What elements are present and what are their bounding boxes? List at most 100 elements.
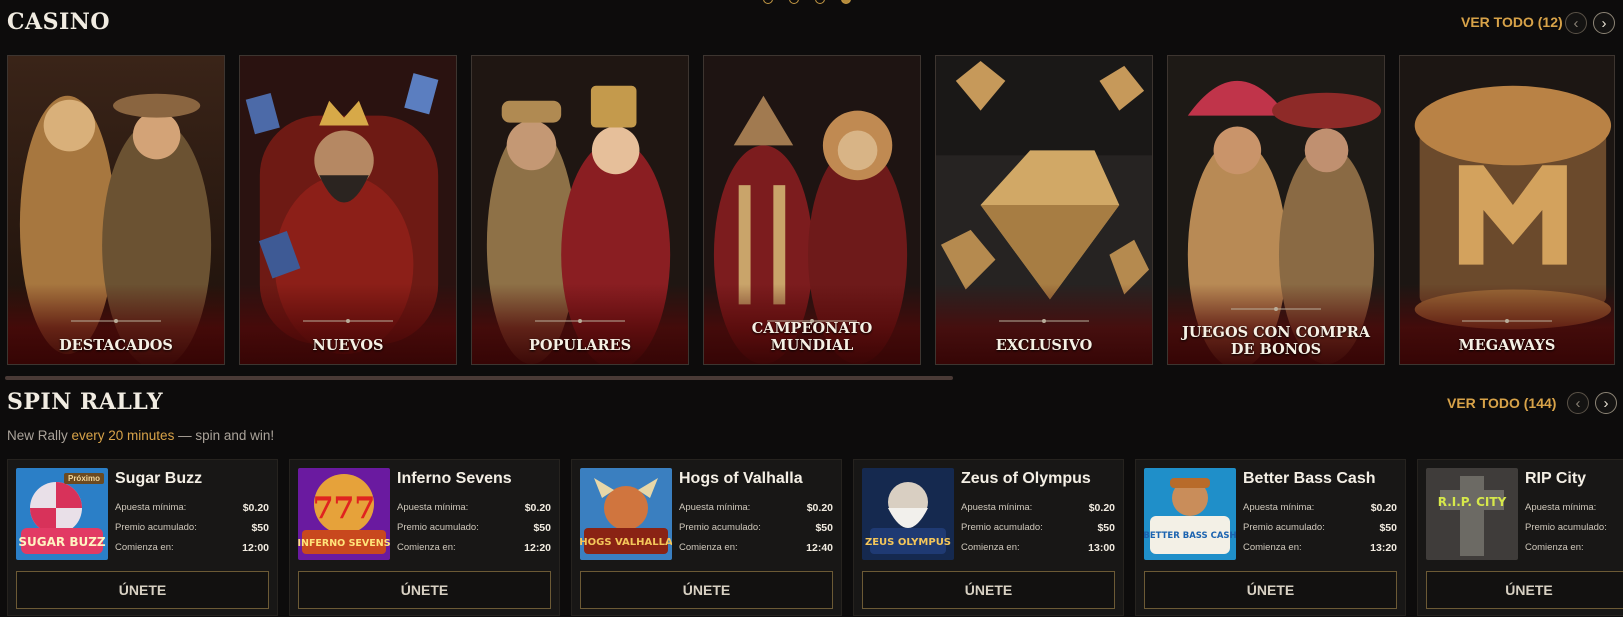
prize-value: $50: [1379, 522, 1397, 534]
min-bet-value: $0.20: [242, 502, 269, 514]
min-bet-row: Apuesta mínima: $0.20: [961, 502, 1115, 514]
carousel-scrollbar[interactable]: [5, 376, 953, 380]
pager-dot[interactable]: [815, 0, 825, 4]
min-bet-row: Apuesta mínima: $0.20: [679, 502, 833, 514]
join-button[interactable]: ÚNETE: [580, 571, 833, 609]
start-label: Comienza en:: [397, 542, 456, 553]
min-bet-label: Apuesta mínima:: [115, 502, 187, 513]
game-thumbnail[interactable]: ZEUS OLYMPUS: [862, 468, 954, 560]
category-tile-campeonato-mundial[interactable]: CAMPEONATO MUNDIAL: [703, 55, 921, 365]
tile-label: NUEVOS: [312, 337, 384, 354]
prize-value: $50: [1097, 522, 1115, 534]
start-value: 13:00: [1088, 542, 1115, 554]
prize-value: $50: [251, 522, 269, 534]
join-button[interactable]: ÚNETE: [1144, 571, 1397, 609]
game-thumbnail[interactable]: 777 INFERNO SEVENS: [298, 468, 390, 560]
game-thumbnail[interactable]: BETTER BASS CASH: [1144, 468, 1236, 560]
start-row: Comienza en: 12:20: [397, 542, 551, 554]
start-value: 12:40: [806, 542, 833, 554]
ornament-icon: [1231, 307, 1321, 311]
rally-view-all-link[interactable]: VER TODO (144): [1447, 395, 1556, 411]
join-button[interactable]: ÚNETE: [298, 571, 551, 609]
prize-row: Premio acumulado: $50: [679, 522, 833, 534]
rally-card: ZEUS OLYMPUS Zeus of Olympus Apuesta mín…: [853, 459, 1124, 616]
casino-prev-arrow-icon[interactable]: ‹: [1565, 12, 1587, 34]
subtitle-text: New Rally: [7, 428, 72, 443]
category-tile-populares[interactable]: POPULARES: [471, 55, 689, 365]
join-button[interactable]: ÚNETE: [16, 571, 269, 609]
prize-label: Premio acumulado:: [679, 522, 761, 533]
start-label: Comienza en:: [1525, 542, 1584, 553]
tile-label: EXCLUSIVO: [995, 337, 1093, 354]
category-tile-megaways[interactable]: MEGAWAYS: [1399, 55, 1615, 365]
prize-row: Premio acumulado: $50: [397, 522, 551, 534]
start-row: Comienza en: 12:00: [115, 542, 269, 554]
casino-next-arrow-icon[interactable]: ›: [1593, 12, 1615, 34]
start-label: Comienza en:: [679, 542, 738, 553]
casino-view-all-link[interactable]: VER TODO (12): [1461, 14, 1563, 30]
rally-next-arrow-icon[interactable]: ›: [1595, 392, 1617, 414]
game-name: RIP City: [1525, 470, 1587, 487]
start-value: 12:20: [524, 542, 551, 554]
thumb-text: INFERNO SEVENS: [298, 538, 390, 549]
min-bet-value: $0.20: [1370, 502, 1397, 514]
tile-label: DESTACADOS: [59, 337, 173, 354]
category-tile-juegos-con-compra-de-bonos[interactable]: JUEGOS CON COMPRA DE BONOS: [1167, 55, 1385, 365]
thumb-text: ZEUS OLYMPUS: [865, 537, 951, 548]
prize-row: Premio acumulado: $50: [115, 522, 269, 534]
join-button[interactable]: ÚNETE: [862, 571, 1115, 609]
rally-prev-arrow-icon[interactable]: ‹: [1567, 392, 1589, 414]
min-bet-value: $0.20: [1088, 502, 1115, 514]
join-button[interactable]: ÚNETE: [1426, 571, 1623, 609]
ornament-icon: [71, 319, 161, 323]
prize-value: $50: [533, 522, 551, 534]
min-bet-label: Apuesta mínima:: [679, 502, 751, 513]
casino-section-title: CASINO: [7, 9, 111, 35]
game-name: Zeus of Olympus: [961, 470, 1091, 487]
start-row: Comienza en:: [1525, 542, 1623, 553]
category-tile-nuevos[interactable]: NUEVOS: [239, 55, 457, 365]
rally-cards-carousel: SUGAR BUZZ Próximo Sugar Buzz Apuesta mí…: [7, 459, 1623, 616]
ornament-icon: [303, 319, 393, 323]
min-bet-label: Apuesta mínima:: [1525, 502, 1597, 513]
min-bet-row: Apuesta mínima: $0.20: [397, 502, 551, 514]
subtitle-text: — spin and win!: [174, 428, 275, 443]
thumb-text: HOGS VALHALLA: [580, 537, 672, 548]
rally-card: 777 INFERNO SEVENS Inferno Sevens Apuest…: [289, 459, 560, 616]
carousel-pager: [763, 0, 851, 4]
prize-label: Premio acumulado:: [961, 522, 1043, 533]
thumb-text: BETTER BASS CASH: [1144, 531, 1236, 541]
tile-label: JUEGOS CON COMPRA DE BONOS: [1182, 324, 1370, 358]
min-bet-value: $0.20: [524, 502, 551, 514]
rally-subtitle: New Rally every 20 minutes — spin and wi…: [7, 428, 274, 443]
pager-dot[interactable]: [763, 0, 773, 4]
thumb-text: R.I.P. CITY: [1438, 495, 1507, 509]
category-tile-destacados[interactable]: DESTACADOS: [7, 55, 225, 365]
game-thumbnail[interactable]: R.I.P. CITY: [1426, 468, 1518, 560]
casino-category-carousel: DESTACADOS NUEVOS POPULARES CAMPEONATO M…: [7, 55, 1615, 365]
game-thumbnail[interactable]: HOGS VALHALLA: [580, 468, 672, 560]
prize-value: $50: [815, 522, 833, 534]
spin-rally-section-title: SPIN RALLY: [7, 389, 164, 415]
start-value: 12:00: [242, 542, 269, 554]
next-badge: Próximo: [63, 473, 104, 484]
start-row: Comienza en: 12:40: [679, 542, 833, 554]
pager-dot-active[interactable]: [841, 0, 851, 4]
tile-label: POPULARES: [528, 337, 632, 354]
ornament-icon: [999, 319, 1089, 323]
start-row: Comienza en: 13:20: [1243, 542, 1397, 554]
ornament-icon: [535, 319, 625, 323]
ornament-icon: [1462, 319, 1552, 323]
min-bet-label: Apuesta mínima:: [1243, 502, 1315, 513]
game-thumbnail[interactable]: SUGAR BUZZ Próximo: [16, 468, 108, 560]
rally-card: R.I.P. CITY RIP City Apuesta mínima: Pre…: [1417, 459, 1623, 616]
rally-card: HOGS VALHALLA Hogs of Valhalla Apuesta m…: [571, 459, 842, 616]
tile-label: MEGAWAYS: [1458, 337, 1556, 354]
min-bet-row: Apuesta mínima: $0.20: [115, 502, 269, 514]
start-value: 13:20: [1370, 542, 1397, 554]
rally-card: SUGAR BUZZ Próximo Sugar Buzz Apuesta mí…: [7, 459, 278, 616]
category-tile-exclusivo[interactable]: EXCLUSIVO: [935, 55, 1153, 365]
pager-dot[interactable]: [789, 0, 799, 4]
game-name: Sugar Buzz: [115, 470, 203, 487]
prize-row: Premio acumulado: $50: [961, 522, 1115, 534]
